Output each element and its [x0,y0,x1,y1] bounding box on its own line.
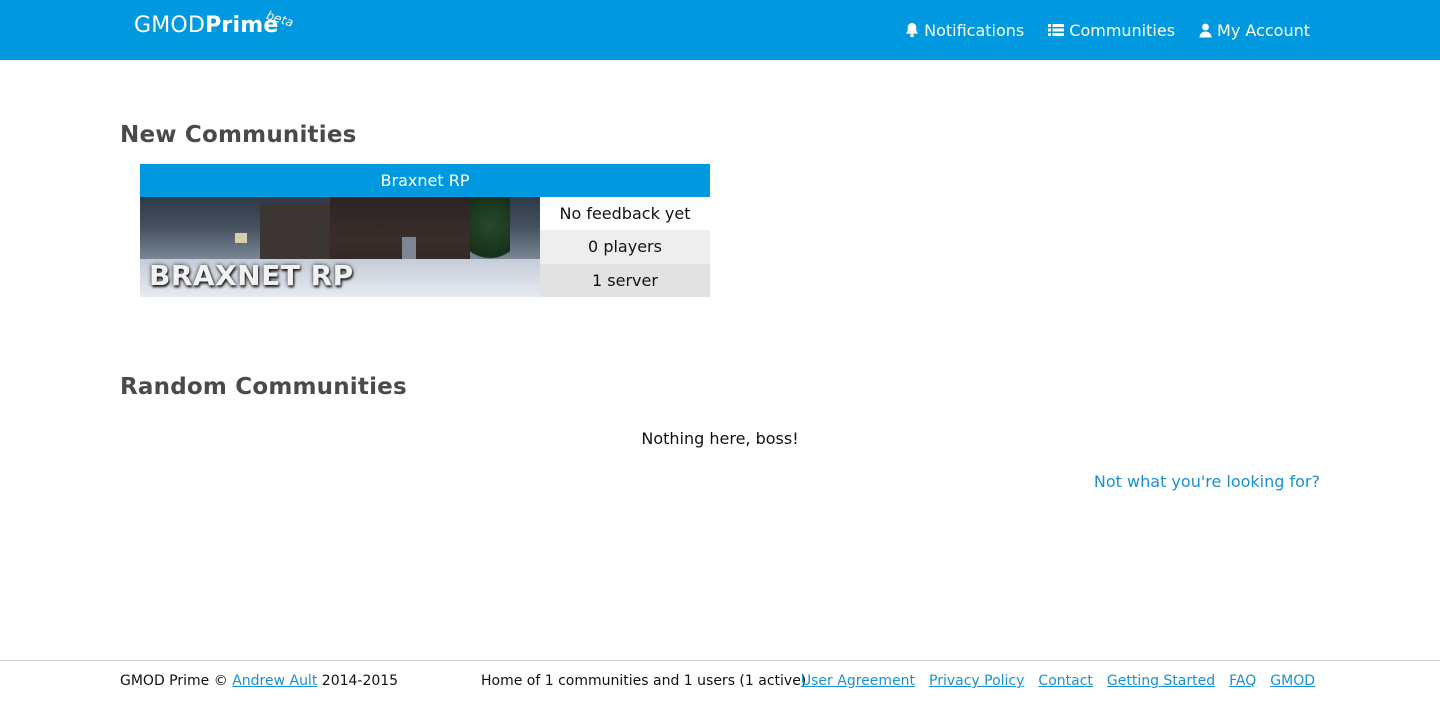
banner-window [235,233,247,243]
footer-years: 2014-2015 [321,673,399,689]
new-communities-heading: New Communities [120,122,357,148]
logo-text-gmod: GMOD [134,13,206,38]
nav-notifications-label: Notifications [924,20,1025,40]
random-communities-heading: Random Communities [120,374,407,400]
community-banner-image[interactable]: BRAXNET RP [140,197,540,297]
banner-door [402,237,416,259]
footer-site-stats: Home of 1 communities and 1 users (1 act… [481,673,807,689]
footer-link-privacy-policy[interactable]: Privacy Policy [929,673,1024,689]
footer-link-user-agreement[interactable]: User Agreement [801,673,915,689]
footer-copyright: GMOD Prime © Andrew Ault 2014-2015 [120,673,398,689]
bell-icon [905,22,919,38]
community-feedback: No feedback yet [540,197,710,231]
footer-link-contact[interactable]: Contact [1038,673,1092,689]
top-navbar: GMODPrime beta Notifications Communities… [0,0,1440,60]
footer-link-getting-started[interactable]: Getting Started [1107,673,1215,689]
nav-my-account-label: My Account [1217,20,1310,40]
community-card[interactable]: Braxnet RP BRAXNET RP No feedback yet 0 … [140,164,710,297]
footer: GMOD Prime © Andrew Ault 2014-2015 Home … [0,660,1440,720]
user-icon [1199,23,1212,38]
footer-author-link[interactable]: Andrew Ault [232,673,317,689]
community-servers: 1 server [540,263,710,297]
empty-state-message: Nothing here, boss! [641,429,799,448]
community-stats: No feedback yet 0 players 1 server [540,197,710,297]
banner-title-text: BRAXNET RP [149,259,354,292]
footer-link-faq[interactable]: FAQ [1229,673,1256,689]
banner-tree [470,197,510,267]
footer-link-gmod[interactable]: GMOD [1270,673,1315,689]
nav-notifications[interactable]: Notifications [905,21,1024,40]
nav-my-account[interactable]: My Account [1199,21,1310,40]
nav-communities[interactable]: Communities [1048,21,1175,40]
footer-links: User Agreement Privacy Policy Contact Ge… [801,673,1315,689]
community-name[interactable]: Braxnet RP [140,164,710,197]
site-logo[interactable]: GMODPrime beta [134,8,295,38]
list-icon [1048,23,1065,37]
nav-communities-label: Communities [1069,20,1176,40]
not-looking-for-link[interactable]: Not what you're looking for? [1094,472,1320,491]
community-players: 0 players [540,230,710,264]
footer-brand: GMOD Prime © [120,673,228,689]
main-nav: Notifications Communities My Account [905,0,1310,60]
